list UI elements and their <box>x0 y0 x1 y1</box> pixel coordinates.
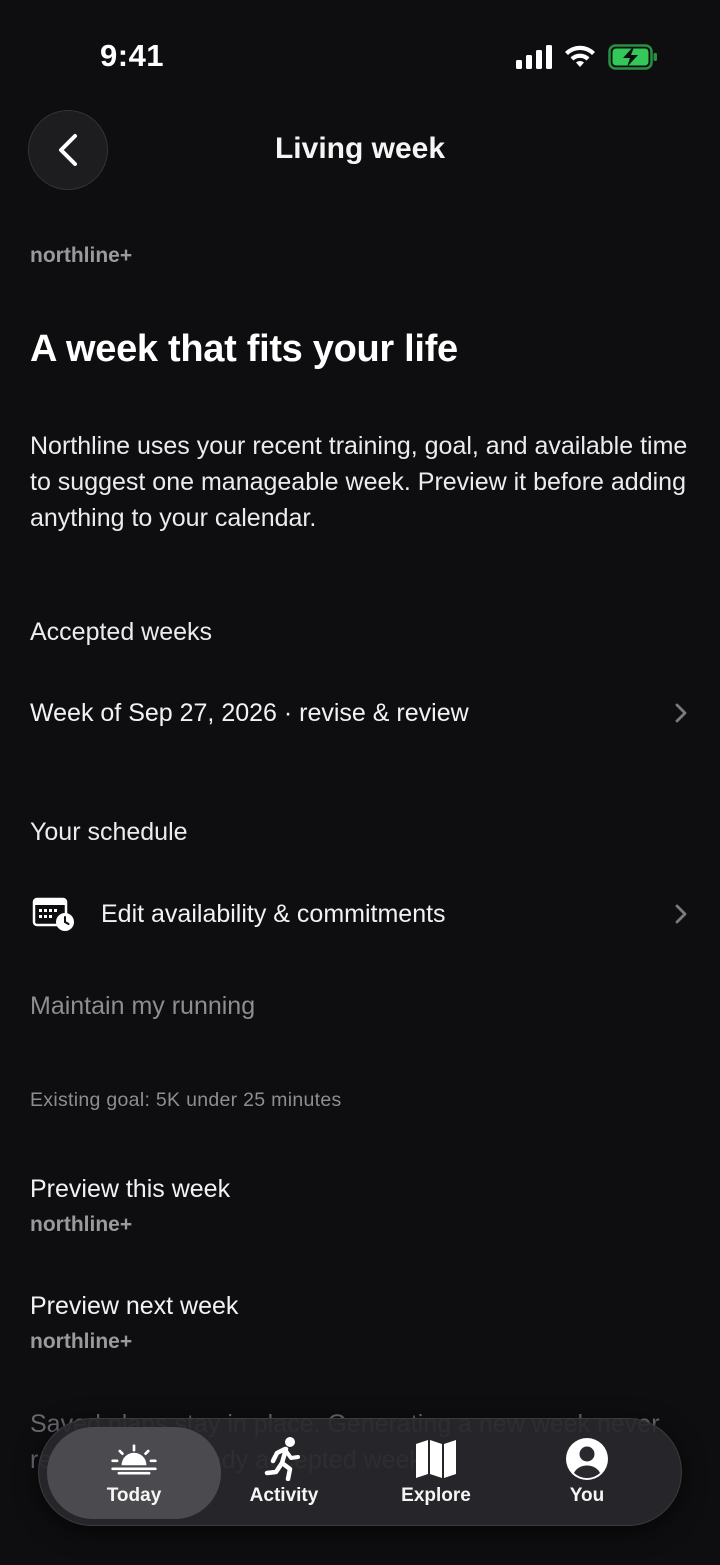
preview-this-week-title: Preview this week <box>30 1175 231 1203</box>
brand-tag: northline+ <box>30 244 133 267</box>
preview-next-week-title: Preview next week <box>30 1292 239 1320</box>
intro-text: Northline uses your recent training, goa… <box>30 432 688 532</box>
runner-icon <box>260 1437 308 1481</box>
tab-activity[interactable]: Activity <box>209 1419 359 1527</box>
tab-you-label: You <box>569 1485 605 1506</box>
existing-goal-text: Existing goal: 5K under 25 minutes <box>30 1089 342 1111</box>
accepted-weeks-label: Accepted weeks <box>30 618 213 646</box>
status-bar: 9:41 <box>0 0 720 110</box>
tab-you[interactable]: You <box>512 1419 662 1527</box>
preview-this-week-tag: northline+ <box>30 1213 133 1236</box>
tab-today[interactable]: Today <box>47 1427 221 1519</box>
tab-explore[interactable]: Explore <box>361 1419 511 1527</box>
chevron-right-icon <box>675 703 687 723</box>
sunrise-icon <box>110 1439 158 1479</box>
accepted-week-row[interactable]: Week of Sep 27, 2026 · revise & review <box>0 678 720 748</box>
edit-availability-label: Edit availability & commitments <box>101 899 446 928</box>
goal-mode-option[interactable]: Maintain my running <box>30 992 255 1021</box>
accepted-week-label: Week of Sep 27, 2026 · revise & review <box>30 698 469 727</box>
tab-explore-label: Explore <box>401 1485 471 1506</box>
cellular-signal-icon <box>516 45 552 69</box>
status-time: 9:41 <box>100 38 165 73</box>
schedule-label: Your schedule <box>30 818 188 846</box>
preview-next-week-tag: northline+ <box>30 1330 133 1353</box>
profile-icon <box>563 1438 611 1480</box>
navigation-bar: Living week <box>0 110 720 192</box>
wifi-icon <box>565 45 595 67</box>
page-title: Living week <box>274 132 446 165</box>
tab-bar: Today Activity Explore You <box>38 1418 682 1526</box>
chevron-right-icon <box>675 904 687 924</box>
status-icons <box>516 44 658 70</box>
map-icon <box>412 1439 460 1479</box>
battery-charging-icon <box>608 44 657 70</box>
calendar-clock-icon <box>32 897 74 931</box>
tab-today-label: Today <box>106 1485 162 1506</box>
edit-availability-row[interactable]: Edit availability & commitments <box>0 879 720 949</box>
headline: A week that fits your life <box>30 328 458 370</box>
tab-activity-label: Activity <box>249 1485 319 1506</box>
